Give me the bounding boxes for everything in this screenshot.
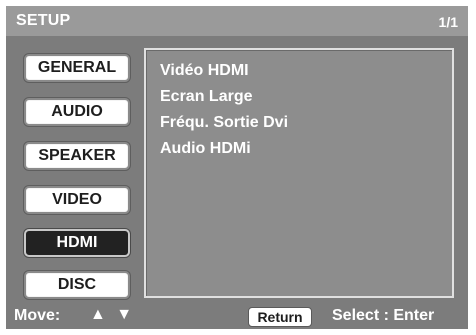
page-counter: 1/1	[438, 14, 458, 30]
footer-hints: Move: ▲ ▼ Return Select : Enter	[6, 304, 468, 329]
setup-screen: SETUP 1/1 GENERAL AUDIO SPEAKER VIDEO HD…	[6, 6, 468, 329]
select-hint: Select : Enter	[332, 307, 435, 324]
option-video-hdmi[interactable]: Vidéo HDMI	[160, 62, 249, 80]
menu-item-audio[interactable]: AUDIO	[24, 98, 130, 126]
return-button[interactable]: Return	[248, 307, 312, 327]
setup-menu: GENERAL AUDIO SPEAKER VIDEO HDMI DISC	[24, 50, 134, 306]
up-down-arrows-icon: ▲ ▼	[90, 306, 136, 323]
hdmi-options-panel: Vidéo HDMI Ecran Large Fréqu. Sortie Dvi…	[144, 48, 454, 298]
option-ecran-large[interactable]: Ecran Large	[160, 88, 252, 106]
menu-item-disc[interactable]: DISC	[24, 271, 130, 299]
move-hint-label: Move:	[14, 307, 61, 324]
menu-item-general[interactable]: GENERAL	[24, 54, 130, 82]
option-frequ-sortie-dvi[interactable]: Fréqu. Sortie Dvi	[160, 114, 288, 132]
menu-item-hdmi[interactable]: HDMI	[24, 229, 130, 257]
menu-item-video[interactable]: VIDEO	[24, 186, 130, 214]
page-title: SETUP	[16, 12, 71, 29]
menu-item-speaker[interactable]: SPEAKER	[24, 142, 130, 170]
title-bar: SETUP 1/1	[6, 6, 468, 36]
option-audio-hdmi[interactable]: Audio HDMi	[160, 140, 251, 158]
